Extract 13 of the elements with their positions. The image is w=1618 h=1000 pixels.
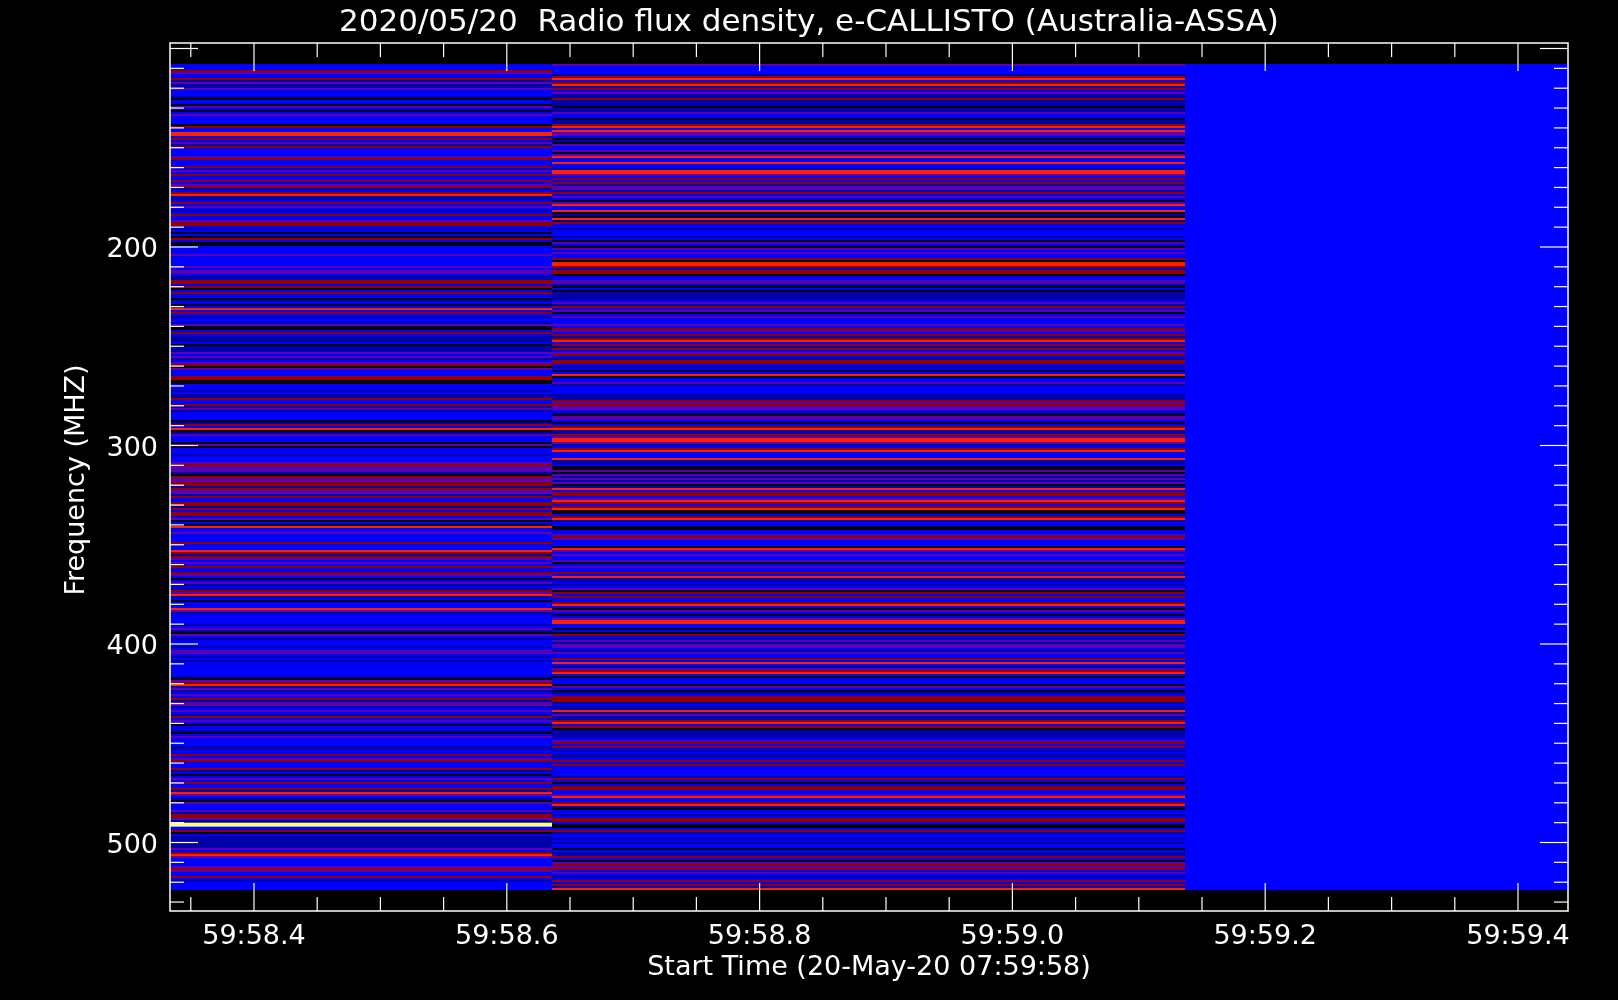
y-axis-label: Frequency (MHZ) [59,364,90,596]
x-tick-label: 59:58.8 [707,919,812,950]
x-tick-label: 59:59.2 [1213,919,1317,950]
x-axis-label: Start Time (20-May-20 07:59:58) [647,950,1091,981]
x-tick-label: 59:58.4 [202,919,306,950]
y-tick-label: 500 [106,827,158,859]
x-tick-label: 59:59.4 [1466,919,1570,950]
chart-title: 2020/05/20 Radio flux density, e-CALLISTO (Australia-ASSA) [339,2,1279,38]
y-tick-label: 300 [106,430,158,462]
y-tick-label: 400 [106,629,158,660]
x-tick-label: 59:58.6 [455,919,559,950]
x-tick-label: 59:59.0 [960,919,1065,950]
y-tick-label: 200 [106,232,158,263]
